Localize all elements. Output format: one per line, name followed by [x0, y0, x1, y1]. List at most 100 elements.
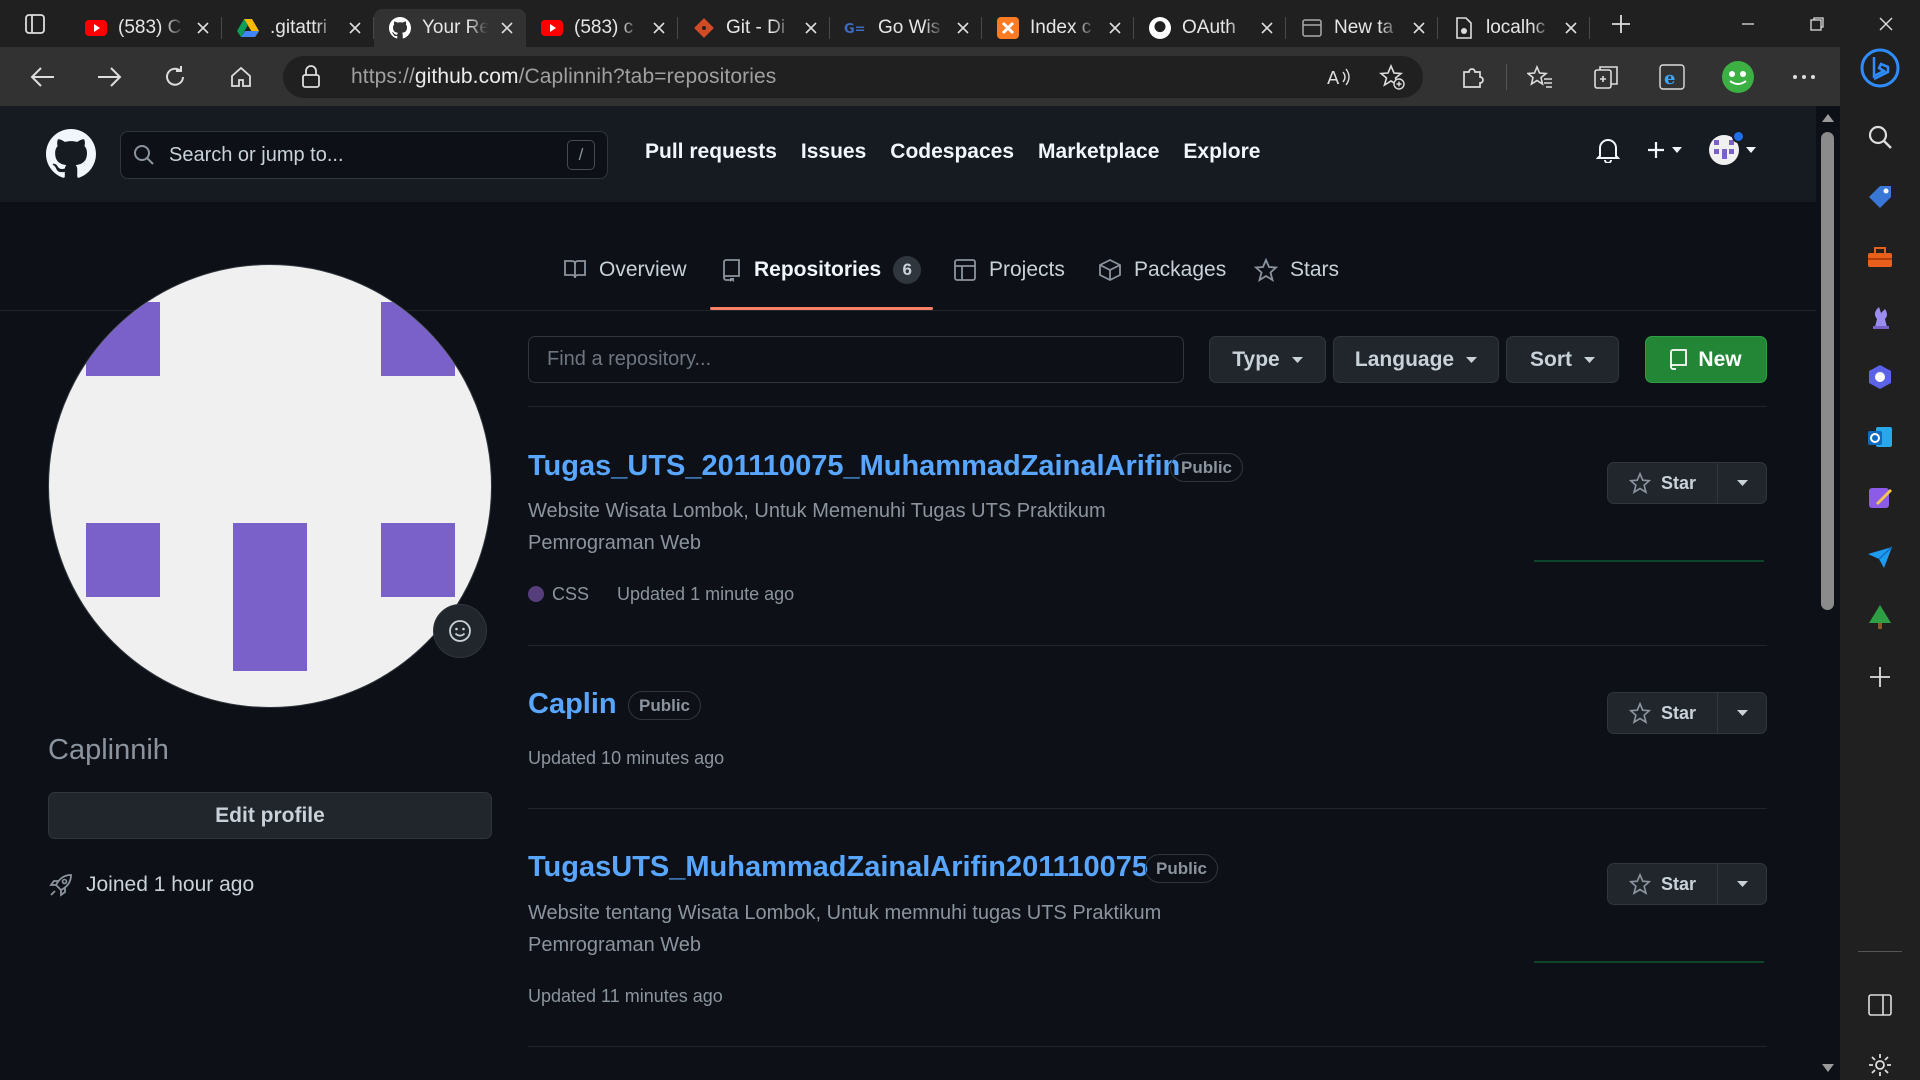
nav-codespaces[interactable]: Codespaces: [890, 140, 1014, 164]
favorites-button[interactable]: [1507, 47, 1573, 106]
browser-tab[interactable]: OAuth: [1134, 9, 1286, 47]
close-tab-icon[interactable]: [802, 19, 820, 37]
close-tab-icon[interactable]: [650, 19, 668, 37]
star-list-dropdown[interactable]: [1718, 864, 1766, 904]
browser-tab[interactable]: .gitattri: [222, 9, 374, 47]
close-tab-icon[interactable]: [1106, 19, 1124, 37]
sidebar-add-button[interactable]: [1860, 657, 1900, 697]
star-button[interactable]: Star: [1608, 864, 1718, 904]
profile-button[interactable]: [1705, 47, 1771, 106]
sidebar-office-button[interactable]: [1860, 357, 1900, 397]
sidebar-shopping-button[interactable]: [1860, 177, 1900, 217]
search-icon: [134, 145, 154, 165]
star-label: Star: [1660, 702, 1696, 723]
user-menu-dropdown[interactable]: [1708, 130, 1756, 166]
nav-pull-requests[interactable]: Pull requests: [645, 140, 777, 164]
lock-icon[interactable]: [301, 65, 321, 89]
extensions-button[interactable]: [1440, 47, 1506, 106]
rocket-icon: [49, 874, 72, 897]
tab-projects[interactable]: Projects: [953, 258, 1065, 310]
plus-icon: [1870, 667, 1890, 687]
close-tab-icon[interactable]: [1258, 19, 1276, 37]
find-repository-input[interactable]: Find a repository...: [528, 336, 1184, 383]
star-button[interactable]: Star: [1608, 693, 1718, 733]
home-icon: [231, 66, 251, 87]
tab-actions-button[interactable]: [0, 0, 70, 47]
edit-profile-button[interactable]: Edit profile: [48, 792, 492, 839]
tab-overview[interactable]: Overview: [563, 258, 687, 310]
home-button[interactable]: [208, 47, 274, 106]
bell-icon[interactable]: [1596, 137, 1620, 163]
sort-dropdown[interactable]: Sort: [1506, 336, 1619, 383]
sidebar-designer-button[interactable]: [1860, 477, 1900, 517]
repo-link[interactable]: TugasUTS_MuhammadZainalArifin201110075: [528, 851, 1148, 884]
type-filter-dropdown[interactable]: Type: [1209, 336, 1326, 383]
favorites-icon: [1527, 64, 1552, 88]
tab-title: (583) c: [574, 17, 634, 38]
close-tab-icon[interactable]: [1562, 19, 1580, 37]
set-status-button[interactable]: [433, 604, 487, 658]
close-tab-icon[interactable]: [346, 19, 364, 37]
add-favorite-icon[interactable]: [1379, 64, 1405, 90]
repo-updated: Updated 10 minutes ago: [528, 748, 725, 768]
repo-link[interactable]: Caplin: [528, 688, 617, 721]
sidebar-split-button[interactable]: [1860, 985, 1900, 1025]
sidebar-send-button[interactable]: [1860, 537, 1900, 577]
github-icon: [388, 16, 412, 40]
sidebar-settings-button[interactable]: [1860, 1045, 1900, 1080]
profile-username: Caplinnih: [48, 734, 169, 766]
forward-button[interactable]: [76, 47, 142, 106]
scrollbar-thumb[interactable]: [1821, 132, 1834, 610]
new-repository-button[interactable]: New: [1645, 336, 1767, 383]
tab-repositories[interactable]: Repositories 6: [710, 256, 934, 310]
browser-tab[interactable]: localhc: [1438, 9, 1590, 47]
nav-explore[interactable]: Explore: [1183, 140, 1260, 164]
sidebar-outlook-button[interactable]: [1860, 417, 1900, 457]
sidebar-games-button[interactable]: [1860, 297, 1900, 337]
browser-tab[interactable]: (583) c: [526, 9, 678, 47]
star-button[interactable]: Star: [1608, 463, 1718, 503]
language-filter-dropdown[interactable]: Language: [1333, 336, 1499, 383]
star-list-dropdown[interactable]: [1718, 693, 1766, 733]
browser-tab-active[interactable]: Your Re: [374, 9, 526, 47]
tab-stars[interactable]: Stars: [1254, 258, 1339, 310]
bing-chat-button[interactable]: [1840, 0, 1920, 106]
sidebar-tools-button[interactable]: [1860, 237, 1900, 277]
collections-button[interactable]: [1573, 47, 1639, 106]
browser-tab[interactable]: Git - Di: [678, 9, 830, 47]
nav-marketplace[interactable]: Marketplace: [1038, 140, 1159, 164]
back-button[interactable]: [10, 47, 76, 106]
scroll-up-arrow[interactable]: [1818, 110, 1838, 126]
shopping-tag-icon: [1869, 186, 1891, 208]
github-logo-icon[interactable]: [46, 129, 96, 179]
github-search-input[interactable]: Search or jump to... /: [120, 131, 608, 179]
read-aloud-icon[interactable]: A: [1327, 66, 1353, 88]
profile-avatar[interactable]: [48, 264, 492, 708]
scroll-down-arrow[interactable]: [1818, 1060, 1838, 1076]
new-button-label: New: [1698, 347, 1742, 371]
star-list-dropdown[interactable]: [1718, 463, 1766, 503]
refresh-button[interactable]: [142, 47, 208, 106]
create-new-dropdown[interactable]: [1646, 140, 1682, 160]
youtube-icon: [84, 16, 108, 40]
tab-packages[interactable]: Packages: [1098, 258, 1226, 310]
nav-issues[interactable]: Issues: [801, 140, 866, 164]
sidebar-tree-button[interactable]: [1860, 597, 1900, 637]
close-tab-icon[interactable]: [954, 19, 972, 37]
browser-tab[interactable]: G= Go Wis: [830, 9, 982, 47]
browser-tab[interactable]: New ta: [1286, 9, 1438, 47]
close-tab-icon[interactable]: [1410, 19, 1428, 37]
new-tab-button[interactable]: [1598, 0, 1644, 47]
browser-tab[interactable]: Index c: [982, 9, 1134, 47]
sidebar-search-button[interactable]: [1860, 117, 1900, 157]
address-bar[interactable]: https://github.com/Caplinnih?tab=reposit…: [283, 56, 1423, 98]
more-options-button[interactable]: [1771, 47, 1837, 106]
close-tab-icon[interactable]: [194, 19, 212, 37]
repo-link[interactable]: Tugas_UTS_201110075_MuhammadZainalArifin: [528, 450, 1180, 483]
browser-tab[interactable]: (583) C: [70, 9, 222, 47]
dropdown-label: Type: [1232, 347, 1280, 371]
minimize-button[interactable]: [1713, 0, 1782, 47]
profile-avatar-icon: [1722, 60, 1754, 93]
close-tab-icon[interactable]: [498, 19, 516, 37]
ie-mode-button[interactable]: e: [1639, 47, 1705, 106]
